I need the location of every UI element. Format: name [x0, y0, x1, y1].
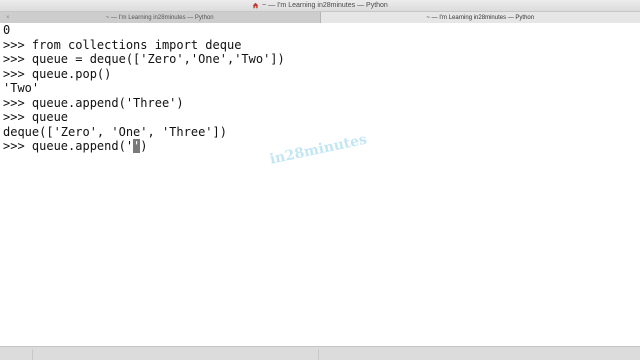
close-icon[interactable]: ×	[6, 15, 10, 21]
tab-label: ~ — I'm Learning in28minutes — Python	[426, 14, 535, 21]
input-before-cursor: >>> queue.append('	[3, 139, 134, 153]
output-line: 0	[3, 23, 11, 37]
input-after-cursor: )	[140, 139, 148, 153]
title-bar: ~ — I'm Learning in28minutes — Python	[0, 0, 640, 12]
window-title-group: ~ — I'm Learning in28minutes — Python	[252, 2, 388, 9]
terminal-output[interactable]: 0 >>> from collections import deque >>> …	[0, 23, 640, 346]
tab-bar: × ~ — I'm Learning in28minutes — Python …	[0, 12, 640, 23]
strip-divider	[318, 349, 319, 360]
output-line: 'Two'	[3, 81, 40, 95]
terminal-window: ~ — I'm Learning in28minutes — Python × …	[0, 0, 640, 346]
output-line: >>> queue	[3, 110, 69, 124]
output-line: >>> queue.append('Three')	[3, 95, 184, 110]
window-title: ~ — I'm Learning in28minutes — Python	[262, 2, 388, 9]
output-line: >>> queue.pop()	[3, 66, 112, 81]
output-line: >>> queue = deque(['Zero','One','Two'])	[3, 52, 285, 66]
tab-label: ~ — I'm Learning in28minutes — Python	[105, 14, 214, 21]
output-line: deque(['Zero', 'One', 'Three'])	[3, 124, 227, 139]
strip-divider	[32, 349, 33, 360]
home-icon	[252, 2, 259, 9]
tab-second[interactable]: ~ — I'm Learning in28minutes — Python	[319, 12, 640, 23]
tab-first[interactable]: × ~ — I'm Learning in28minutes — Python	[0, 12, 320, 23]
output-line: >>> from collections import deque	[3, 37, 242, 52]
bottom-strip	[0, 346, 640, 360]
